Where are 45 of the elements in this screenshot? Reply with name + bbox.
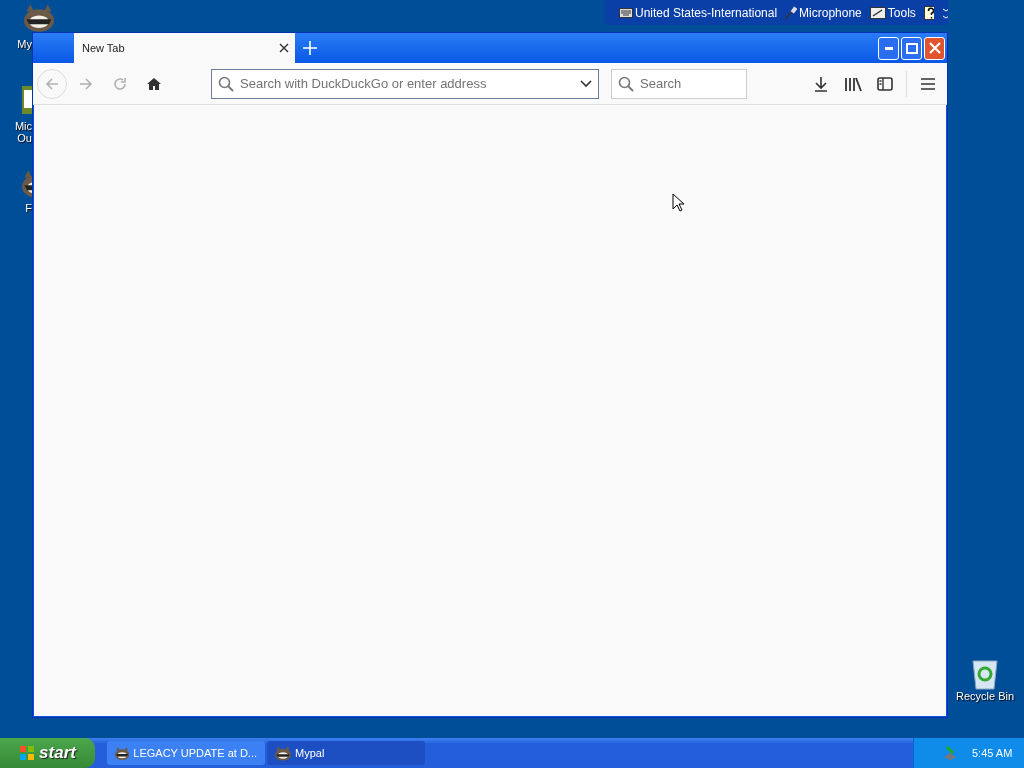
menu-icon[interactable] [921, 77, 935, 90]
raccoon-icon [24, 4, 54, 32]
taskbar-button[interactable]: LEGACY UPDATE at D... [107, 741, 265, 765]
icon-label: Mic [14, 120, 32, 132]
sidebar-icon[interactable] [877, 76, 893, 91]
tab-title: New Tab [82, 42, 125, 54]
language-bar-item[interactable]: United States-International [635, 5, 778, 20]
microphone-icon [785, 5, 798, 20]
taskbar-button[interactable]: Mypal [267, 741, 425, 765]
language-bar-item[interactable]: Microphone [799, 5, 862, 20]
icon-label: F [25, 202, 32, 214]
close-button[interactable] [924, 36, 945, 60]
maximize-icon [905, 42, 918, 54]
home-icon [146, 75, 162, 92]
keyboard-icon [619, 7, 633, 18]
icon-label: Ou [17, 132, 32, 144]
forward-icon [78, 75, 94, 92]
raccoon-icon [115, 745, 130, 761]
search-icon [618, 75, 634, 92]
address-bar[interactable]: Search with DuckDuckGo or enter address [211, 68, 599, 99]
search-icon [218, 75, 234, 92]
close-icon[interactable] [279, 43, 289, 53]
reload-icon [112, 75, 128, 92]
minimize-button[interactable] [878, 36, 899, 60]
plus-icon[interactable] [303, 41, 317, 55]
icon-label: My [17, 38, 32, 50]
language-bar-item[interactable]: Tools [887, 5, 916, 20]
mouse-pointer-icon [672, 193, 684, 213]
raccoon-icon [275, 745, 291, 761]
browser-tab[interactable]: New Tab [74, 33, 295, 63]
back-icon [44, 75, 60, 92]
tools-icon [869, 6, 886, 19]
help-icon[interactable] [923, 5, 935, 20]
maximize-button[interactable] [901, 36, 922, 60]
search-field[interactable]: Search [611, 68, 747, 99]
library-icon[interactable] [844, 75, 862, 92]
icon-label: Recycle Bin [955, 690, 1015, 702]
clock: 5:45 AM [972, 747, 1013, 759]
download-icon[interactable] [813, 75, 829, 92]
close-icon [928, 42, 941, 54]
dropdown-icon[interactable] [580, 79, 592, 88]
start-button[interactable]: start [0, 738, 95, 768]
recycle-bin-icon [970, 658, 1000, 690]
minimize-icon [884, 46, 893, 50]
windows-logo-icon [19, 745, 36, 761]
